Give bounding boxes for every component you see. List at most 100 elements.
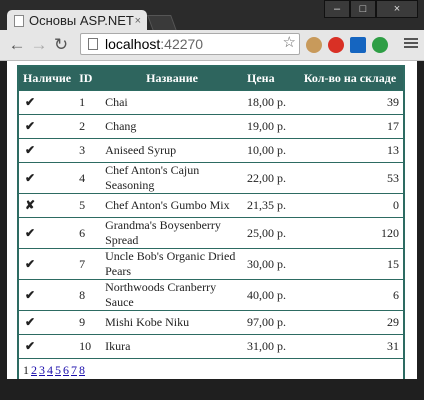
page-icon: [88, 38, 98, 50]
pager-current-page: 1: [23, 363, 29, 377]
in-stock-check-icon: ✔: [18, 279, 76, 311]
product-id: 6: [75, 217, 102, 249]
product-stock: 6: [297, 279, 404, 311]
pager-link-page[interactable]: 4: [47, 363, 53, 377]
product-name: Aniseed Syrup: [101, 138, 243, 163]
browser-tab[interactable]: Основы ASP.NET ×: [7, 10, 147, 32]
product-name: Grandma's Boysenberry Spread: [101, 217, 243, 249]
table-row: ✔ 3 Aniseed Syrup 10,00 р. 13: [18, 138, 404, 163]
col-price: Цена: [243, 66, 297, 91]
window-bottom-frame: [0, 379, 424, 400]
page-icon: [14, 15, 24, 27]
col-name: Название: [101, 66, 243, 91]
title-bar: Основы ASP.NET × – □ ×: [0, 0, 424, 32]
browser-toolbar: ← → ↻ localhost:42270 ☆: [0, 30, 424, 61]
product-name: Chang: [101, 114, 243, 139]
product-id: 10: [75, 334, 102, 359]
minimize-button[interactable]: –: [324, 0, 350, 18]
product-id: 7: [75, 248, 102, 280]
evernote-extension-icon[interactable]: [372, 37, 388, 53]
back-arrow-icon[interactable]: ←: [6, 34, 28, 56]
bookmark-star-icon[interactable]: ☆: [283, 33, 296, 53]
in-stock-check-icon: ✔: [18, 90, 76, 115]
in-stock-check-icon: ✔: [18, 217, 76, 249]
power-extension-icon[interactable]: [328, 37, 344, 53]
product-name: Mishi Kobe Niku: [101, 310, 243, 335]
address-bar[interactable]: localhost:42270 ☆: [80, 33, 300, 55]
product-id: 4: [75, 162, 102, 194]
pager-link-page[interactable]: 5: [55, 363, 61, 377]
pager-link-page[interactable]: 8: [79, 363, 85, 377]
table-header-row: Наличие ID Название Цена Кол-во на склад…: [18, 66, 404, 91]
product-price: 10,00 р.: [243, 138, 297, 163]
product-stock: 31: [297, 334, 404, 359]
reload-icon[interactable]: ↻: [50, 34, 72, 56]
in-stock-check-icon: ✔: [18, 248, 76, 280]
product-price: 30,00 р.: [243, 248, 297, 280]
page-content: Наличие ID Название Цена Кол-во на склад…: [7, 61, 417, 384]
product-name: Chef Anton's Cajun Seasoning: [101, 162, 243, 194]
product-id: 3: [75, 138, 102, 163]
product-id: 9: [75, 310, 102, 335]
pager-link-page[interactable]: 3: [39, 363, 45, 377]
table-row: ✔ 10 Ikura 31,00 р. 31: [18, 334, 404, 359]
table-row: ✔ 7 Uncle Bob's Organic Dried Pears 30,00 р…: [18, 248, 404, 280]
in-stock-check-icon: ✔: [18, 334, 76, 359]
product-stock: 15: [297, 248, 404, 280]
in-stock-check-icon: ✔: [18, 310, 76, 335]
product-price: 21,35 р.: [243, 193, 297, 218]
window-controls: – □ ×: [324, 0, 418, 18]
in-stock-check-icon: ✔: [18, 114, 76, 139]
product-price: 19,00 р.: [243, 114, 297, 139]
tab-close-icon[interactable]: ×: [135, 10, 141, 32]
pager-link-page[interactable]: 6: [63, 363, 69, 377]
menu-icon[interactable]: [404, 36, 418, 50]
table-row: ✔ 2 Chang 19,00 р. 17: [18, 114, 404, 139]
product-id: 8: [75, 279, 102, 311]
col-id: ID: [75, 66, 102, 91]
url-port: :42270: [160, 36, 204, 52]
col-available: Наличие: [18, 66, 76, 91]
products-table: Наличие ID Название Цена Кол-во на склад…: [17, 65, 405, 384]
pager-link-page[interactable]: 7: [71, 363, 77, 377]
in-stock-check-icon: ✔: [18, 138, 76, 163]
chart-extension-icon[interactable]: [350, 37, 366, 53]
product-name: Uncle Bob's Organic Dried Pears: [101, 248, 243, 280]
product-stock: 29: [297, 310, 404, 335]
product-name: Chai: [101, 90, 243, 115]
tab-title: Основы ASP.NET: [29, 13, 134, 28]
product-name: Northwoods Cranberry Sauce: [101, 279, 243, 311]
product-price: 22,00 р.: [243, 162, 297, 194]
product-stock: 39: [297, 90, 404, 115]
product-id: 1: [75, 90, 102, 115]
close-window-button[interactable]: ×: [376, 0, 418, 18]
cookie-extension-icon[interactable]: [306, 37, 322, 53]
in-stock-check-icon: ✔: [18, 162, 76, 194]
maximize-button[interactable]: □: [350, 0, 376, 18]
product-stock: 0: [297, 193, 404, 218]
table-row: ✔ 8 Northwoods Cranberry Sauce 40,00 р. 6: [18, 279, 404, 311]
pager-link-page[interactable]: 2: [31, 363, 37, 377]
product-price: 31,00 р.: [243, 334, 297, 359]
table-row: ✔ 1 Chai 18,00 р. 39: [18, 90, 404, 115]
product-id: 2: [75, 114, 102, 139]
product-name: Ikura: [101, 334, 243, 359]
product-stock: 120: [297, 217, 404, 249]
product-stock: 17: [297, 114, 404, 139]
table-row: ✔ 9 Mishi Kobe Niku 97,00 р. 29: [18, 310, 404, 335]
product-price: 97,00 р.: [243, 310, 297, 335]
product-stock: 13: [297, 138, 404, 163]
product-price: 25,00 р.: [243, 217, 297, 249]
product-price: 40,00 р.: [243, 279, 297, 311]
table-row: ✘ 5 Chef Anton's Gumbo Mix 21,35 р. 0: [18, 193, 404, 218]
new-tab-button[interactable]: [147, 15, 177, 31]
table-row: ✔ 6 Grandma's Boysenberry Spread 25,00 р. 12…: [18, 217, 404, 249]
browser-window: Основы ASP.NET × – □ × ← → ↻ localhost:4…: [0, 0, 424, 400]
product-price: 18,00 р.: [243, 90, 297, 115]
forward-arrow-icon[interactable]: →: [28, 34, 50, 56]
out-of-stock-cross-icon: ✘: [18, 193, 76, 218]
table-row: ✔ 4 Chef Anton's Cajun Seasoning 22,00 р. 53: [18, 162, 404, 194]
product-id: 5: [75, 193, 102, 218]
product-stock: 53: [297, 162, 404, 194]
url-host: localhost: [105, 36, 161, 52]
